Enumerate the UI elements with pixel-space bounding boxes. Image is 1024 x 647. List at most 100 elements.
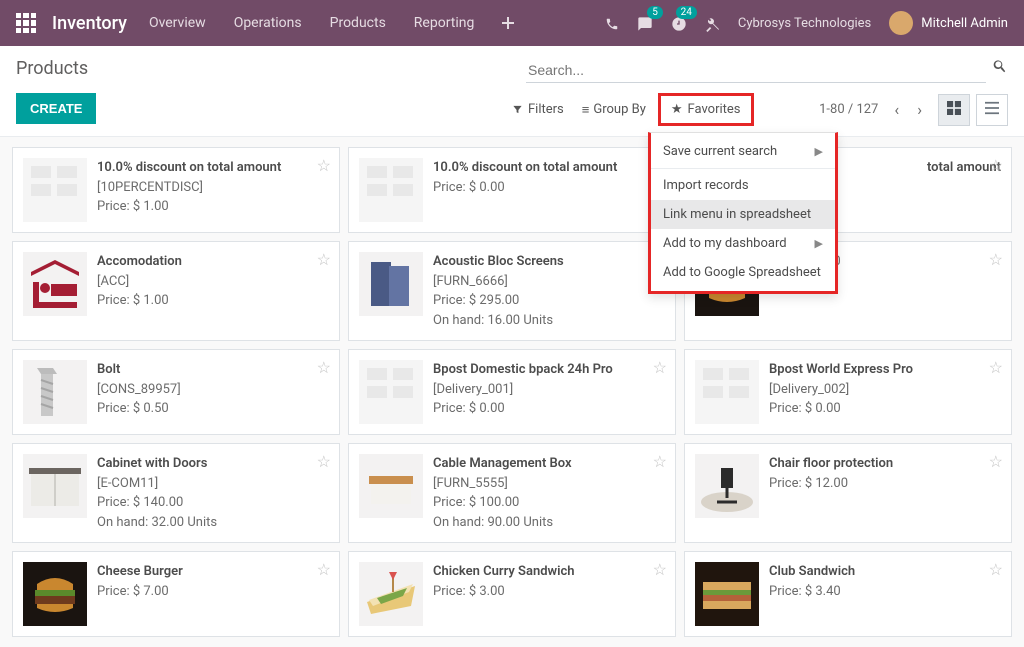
- favorite-star-icon[interactable]: ☆: [989, 358, 1003, 377]
- product-name: Cheese Burger: [97, 562, 329, 582]
- product-name: 10.0% discount on total amount: [433, 158, 665, 178]
- app-name[interactable]: Inventory: [52, 13, 127, 34]
- product-ref: [10PERCENTDISC]: [97, 178, 329, 198]
- phone-icon[interactable]: [605, 14, 619, 32]
- product-info: Club SandwichPrice: $ 3.40: [769, 562, 1001, 626]
- product-info: Bpost Domestic bpack 24h Pro[Delivery_00…: [433, 360, 665, 424]
- filters-button[interactable]: Filters: [512, 102, 564, 117]
- search-icon[interactable]: [992, 58, 1008, 83]
- list-view-icon: [985, 101, 999, 115]
- product-info: Chicken Curry SandwichPrice: $ 3.00: [433, 562, 665, 626]
- product-name: Bpost World Express Pro: [769, 360, 1001, 380]
- product-card[interactable]: Chair floor protectionPrice: $ 12.00☆: [684, 443, 1012, 543]
- product-card[interactable]: Acoustic Bloc Screens[FURN_6666]Price: $…: [348, 241, 676, 341]
- pager-prev[interactable]: ‹: [892, 100, 901, 119]
- product-price: Price: $ 7.00: [97, 582, 329, 602]
- product-price: Price: $ 0.50: [97, 399, 329, 419]
- product-price: Price: $ 140.00: [97, 493, 329, 513]
- create-button[interactable]: CREATE: [16, 93, 96, 124]
- control-panel: Products CREATE Filters ≡ Group By ★ Fav…: [0, 46, 1024, 126]
- product-name: Chair floor protection: [769, 454, 1001, 474]
- nav-overview[interactable]: Overview: [149, 15, 206, 31]
- messages-badge: 5: [647, 6, 663, 19]
- product-card[interactable]: 10.0% discount on total amount[10PERCENT…: [12, 147, 340, 233]
- favorite-star-icon[interactable]: ☆: [653, 358, 667, 377]
- product-card[interactable]: 10.0% discount on total amountPrice: $ 0…: [348, 147, 676, 233]
- product-name: Club Sandwich: [769, 562, 1001, 582]
- product-thumb: [695, 360, 759, 424]
- product-card[interactable]: Bolt[CONS_89957]Price: $ 0.50☆: [12, 349, 340, 435]
- product-thumb: [359, 252, 423, 316]
- product-thumb: [359, 158, 423, 222]
- favorite-star-icon[interactable]: ☆: [317, 560, 331, 579]
- favorite-star-icon[interactable]: ☆: [317, 156, 331, 175]
- fav-add-dashboard[interactable]: Add to my dashboard▶: [651, 229, 835, 258]
- product-card[interactable]: Cabinet with Doors[E-COM11]Price: $ 140.…: [12, 443, 340, 543]
- product-name: Cable Management Box: [433, 454, 665, 474]
- product-info: Bpost World Express Pro[Delivery_002]Pri…: [769, 360, 1001, 424]
- product-name: Cabinet with Doors: [97, 454, 329, 474]
- product-price: Price: $ 0.00: [433, 178, 665, 198]
- pager-next[interactable]: ›: [915, 100, 924, 119]
- product-ref: [FURN_6666]: [433, 272, 665, 292]
- nav-operations[interactable]: Operations: [234, 15, 302, 31]
- tools-icon[interactable]: [705, 14, 720, 32]
- product-price: Price: $ 0.00: [433, 399, 665, 419]
- activities-badge: 24: [676, 6, 697, 19]
- product-price: Price: $ 3.40: [769, 582, 1001, 602]
- product-thumb: [359, 454, 423, 518]
- pager-text[interactable]: 1-80 / 127: [819, 102, 878, 117]
- product-info: Chair floor protectionPrice: $ 12.00: [769, 454, 1001, 532]
- product-card[interactable]: Bpost World Express Pro[Delivery_002]Pri…: [684, 349, 1012, 435]
- fav-link-spreadsheet[interactable]: Link menu in spreadsheet: [651, 200, 835, 229]
- apps-icon[interactable]: [16, 13, 36, 33]
- product-name: Bpost Domestic bpack 24h Pro: [433, 360, 665, 380]
- product-info: Accomodation[ACC]Price: $ 1.00: [97, 252, 329, 330]
- fav-import-records[interactable]: Import records: [651, 171, 835, 200]
- product-name: Accomodation: [97, 252, 329, 272]
- nav-new[interactable]: [502, 15, 514, 31]
- product-onhand: On hand: 90.00 Units: [433, 513, 665, 533]
- product-info: Acoustic Bloc Screens[FURN_6666]Price: $…: [433, 252, 665, 330]
- favorite-star-icon[interactable]: ☆: [989, 452, 1003, 471]
- favorites-dropdown: Save current search▶ Import records Link…: [648, 132, 838, 294]
- user-menu[interactable]: Mitchell Admin: [889, 11, 1008, 35]
- favorite-star-icon[interactable]: ☆: [989, 156, 1003, 175]
- favorite-star-icon[interactable]: ☆: [317, 452, 331, 471]
- search-input[interactable]: [526, 58, 986, 83]
- product-card[interactable]: Bpost Domestic bpack 24h Pro[Delivery_00…: [348, 349, 676, 435]
- product-info: Cheese BurgerPrice: $ 7.00: [97, 562, 329, 626]
- avatar: [889, 11, 913, 35]
- fav-add-google-spreadsheet[interactable]: Add to Google Spreadsheet: [651, 258, 835, 287]
- product-thumb: [23, 454, 87, 518]
- view-list[interactable]: [976, 94, 1008, 126]
- favorite-star-icon[interactable]: ☆: [989, 250, 1003, 269]
- groupby-button[interactable]: ≡ Group By: [582, 102, 646, 118]
- favorite-star-icon[interactable]: ☆: [989, 560, 1003, 579]
- product-card[interactable]: Cheese BurgerPrice: $ 7.00☆: [12, 551, 340, 637]
- product-card[interactable]: Accomodation[ACC]Price: $ 1.00☆: [12, 241, 340, 341]
- favorite-star-icon[interactable]: ☆: [317, 358, 331, 377]
- product-thumb: [695, 454, 759, 518]
- product-card[interactable]: Cable Management Box[FURN_5555]Price: $ …: [348, 443, 676, 543]
- product-name: Bolt: [97, 360, 329, 380]
- product-info: 10.0% discount on total amountPrice: $ 0…: [433, 158, 665, 222]
- favorite-star-icon[interactable]: ☆: [317, 250, 331, 269]
- product-ref: [Delivery_001]: [433, 380, 665, 400]
- favorites-button[interactable]: ★ Favorites: [658, 93, 754, 126]
- product-price: Price: $ 0.00: [769, 399, 1001, 419]
- view-kanban[interactable]: [938, 94, 970, 126]
- product-ref: [E-COM11]: [97, 474, 329, 494]
- product-ref: [FURN_5555]: [433, 474, 665, 494]
- favorite-star-icon[interactable]: ☆: [653, 452, 667, 471]
- nav-reporting[interactable]: Reporting: [414, 15, 475, 31]
- activities-icon[interactable]: 24: [671, 14, 687, 32]
- product-price: Price: $ 12.00: [769, 474, 1001, 494]
- fav-save-search[interactable]: Save current search▶: [651, 137, 835, 166]
- product-card[interactable]: Club SandwichPrice: $ 3.40☆: [684, 551, 1012, 637]
- company-name[interactable]: Cybrosys Technologies: [738, 16, 871, 31]
- messages-icon[interactable]: 5: [637, 14, 653, 32]
- nav-products[interactable]: Products: [330, 15, 386, 31]
- product-card[interactable]: Chicken Curry SandwichPrice: $ 3.00☆: [348, 551, 676, 637]
- favorite-star-icon[interactable]: ☆: [653, 560, 667, 579]
